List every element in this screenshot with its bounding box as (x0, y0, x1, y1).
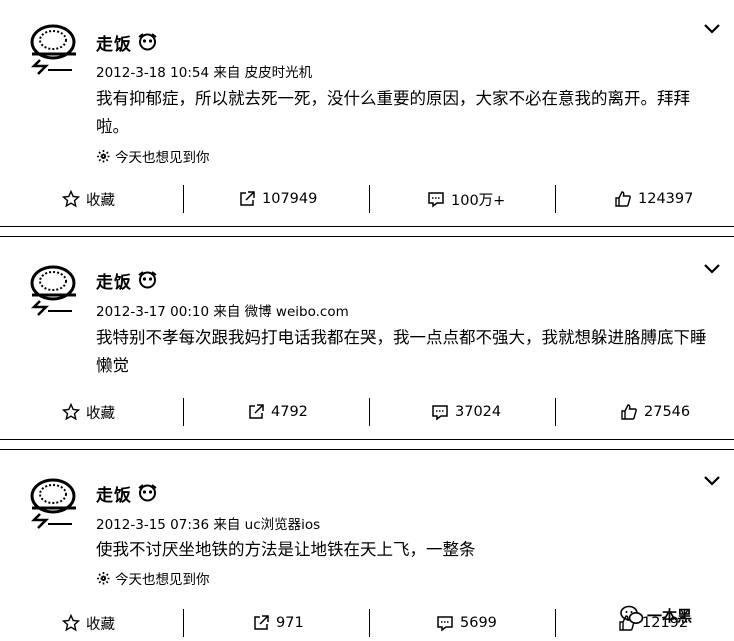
vip-badge-icon (138, 484, 157, 502)
post-card: 走饭 2012-3-18 10:54 来自 皮皮时光机 我有抑郁症，所以就去死一… (0, 0, 734, 226)
post-text: 使我不讨厌坐地铁的方法是让地铁在天上飞，一整条 (96, 540, 476, 559)
post-text: 我有抑郁症，所以就去死一死，没什么重要的原因，大家不必在意我的离开。拜拜啦。 (96, 89, 690, 136)
comment-button[interactable]: 100万+ (427, 182, 505, 216)
star-icon (62, 190, 80, 208)
action-bar: 收藏 4792 37024 27546 (0, 395, 734, 429)
post-tag[interactable]: 今天也想见到你 (96, 568, 210, 588)
divider (183, 398, 184, 426)
post-text: 我特别不孝每次跟我妈打电话我都在哭，我一点点都不强大，我就想躲进胳膊底下睡懒觉 (96, 328, 707, 375)
post-card: 走饭 2012-3-17 00:10 来自 微博 weibo.com 我特别不孝… (0, 237, 734, 439)
favorite-label: 收藏 (86, 192, 115, 209)
divider (183, 185, 184, 213)
action-bar: 收藏 107949 100万+ 124397 (0, 182, 734, 216)
avatar[interactable] (22, 472, 84, 532)
thumbs-up-icon (615, 191, 631, 207)
post-meta: 2012-3-15 07:36 来自 uc浏览器ios (96, 517, 321, 533)
comment-icon (428, 192, 444, 208)
share-arrow-icon (254, 615, 269, 630)
vip-badge-icon (138, 33, 157, 51)
like-count: 124397 (638, 191, 694, 207)
divider (369, 609, 370, 637)
comment-button[interactable]: 37024 (431, 395, 501, 429)
comment-icon (432, 405, 448, 421)
divider (555, 185, 556, 213)
tag-label: 今天也想见到你 (115, 150, 210, 166)
share-arrow-icon (240, 191, 255, 206)
share-arrow-icon (249, 404, 264, 419)
chevron-down-icon[interactable] (702, 262, 722, 276)
post-separator (0, 439, 734, 450)
comment-icon (437, 616, 453, 632)
comment-count: 37024 (455, 404, 502, 420)
divider (555, 609, 556, 637)
repost-count: 107949 (262, 191, 318, 207)
tag-label: 今天也想见到你 (115, 572, 210, 588)
repost-button[interactable]: 4792 (247, 395, 308, 429)
repost-count: 971 (276, 615, 304, 631)
sparkle-icon (97, 149, 110, 163)
watermark-text: 一本黑 (647, 606, 693, 625)
chevron-down-icon[interactable] (702, 22, 722, 36)
comment-button[interactable]: 5699 (436, 606, 497, 640)
comment-count: 5699 (460, 615, 497, 631)
post-separator (0, 226, 734, 237)
divider (369, 398, 370, 426)
favorite-label: 收藏 (86, 616, 115, 633)
post-meta: 2012-3-18 10:54 来自 皮皮时光机 (96, 65, 313, 81)
thumbs-up-icon (621, 404, 637, 420)
like-button[interactable]: 124397 (614, 182, 693, 216)
divider (183, 609, 184, 637)
repost-button[interactable]: 107949 (238, 182, 317, 216)
avatar[interactable] (22, 259, 84, 319)
divider (369, 185, 370, 213)
favorite-button[interactable]: 收藏 (62, 606, 115, 640)
favorite-label: 收藏 (86, 405, 115, 422)
vip-badge-icon (138, 271, 157, 289)
comment-count: 100万+ (451, 192, 506, 209)
watermark: 一本黑 (620, 604, 692, 626)
star-icon (62, 614, 80, 632)
username[interactable]: 走饭 (96, 30, 132, 55)
username[interactable]: 走饭 (96, 481, 132, 506)
avatar[interactable] (22, 18, 84, 78)
favorite-button[interactable]: 收藏 (62, 182, 115, 216)
like-button[interactable]: 27546 (620, 395, 690, 429)
repost-button[interactable]: 971 (252, 606, 304, 640)
post-meta: 2012-3-17 00:10 来自 微博 weibo.com (96, 304, 349, 320)
post-tag[interactable]: 今天也想见到你 (96, 146, 210, 166)
wechat-icon (620, 605, 644, 624)
star-icon (62, 403, 80, 421)
repost-count: 4792 (271, 404, 308, 420)
chevron-down-icon[interactable] (702, 474, 722, 488)
username[interactable]: 走饭 (96, 268, 132, 293)
divider (555, 398, 556, 426)
favorite-button[interactable]: 收藏 (62, 395, 115, 429)
sparkle-icon (97, 571, 110, 585)
like-count: 27546 (644, 404, 691, 420)
